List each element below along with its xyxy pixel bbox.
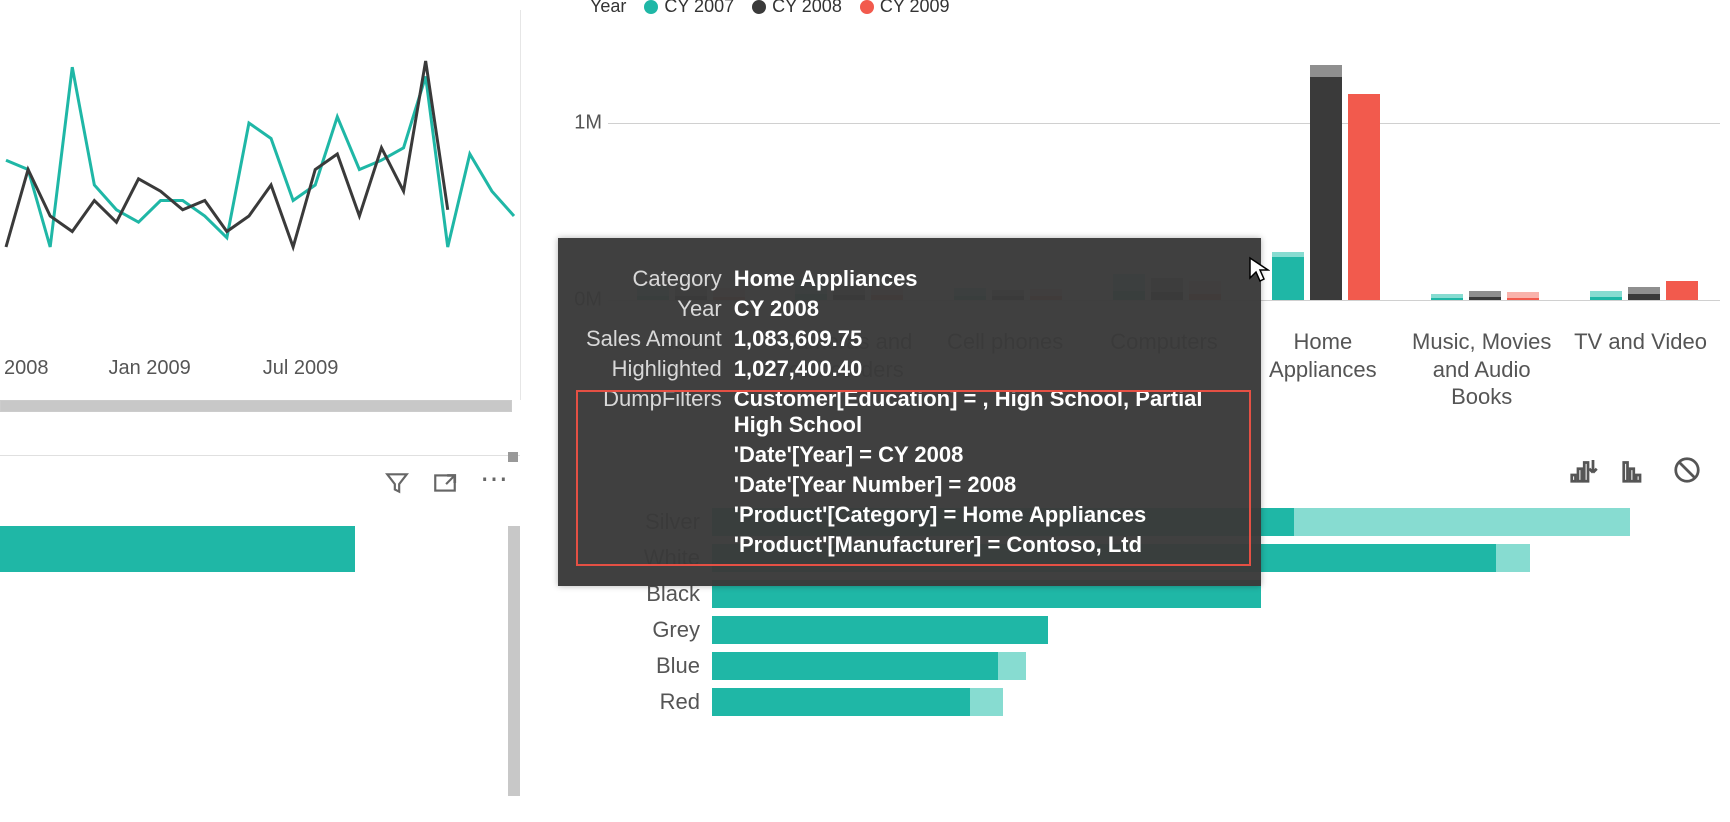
bar[interactable] xyxy=(1507,292,1539,300)
tooltip-field-label: Category xyxy=(586,264,734,294)
resize-handle-icon[interactable] xyxy=(508,452,518,462)
visual-header-tools xyxy=(1568,455,1702,490)
line-chart[interactable]: 2008 Jan 2009 Jul 2009 xyxy=(0,10,521,400)
tooltip-field-label: Sales Amount xyxy=(586,324,734,354)
bar[interactable] xyxy=(1272,252,1304,300)
line-chart-x-axis: 2008 Jan 2009 Jul 2009 xyxy=(0,357,520,380)
datapoint-tooltip: CategoryHome AppliancesYearCY 2008Sales … xyxy=(558,238,1261,586)
tooltip-field-value: 'Product'[Manufacturer] = Contoso, Ltd xyxy=(734,530,1233,560)
mouse-cursor-icon xyxy=(1248,256,1270,291)
visual-scrollbar-vertical[interactable] xyxy=(508,526,520,796)
hbar-category-label: Grey xyxy=(565,617,712,643)
tooltip-field-label xyxy=(586,470,734,500)
x-tick: Home Appliances xyxy=(1247,328,1398,383)
tooltip-field-value: 'Product'[Category] = Home Appliances xyxy=(734,500,1233,530)
bar[interactable] xyxy=(1628,287,1660,300)
bar-group[interactable] xyxy=(1272,65,1380,300)
visual-header-tools: ⋯ xyxy=(384,470,508,503)
hbar-segment-highlight[interactable] xyxy=(712,616,1048,644)
bar-segment[interactable] xyxy=(0,526,355,572)
legend-item: CY 2008 xyxy=(752,0,842,17)
bar[interactable] xyxy=(1469,291,1501,300)
hbar-category-label: Blue xyxy=(565,653,712,679)
tooltip-field-value: Home Appliances xyxy=(734,264,1233,294)
tooltip-field-label: DumpFilters xyxy=(586,384,734,440)
legend-item: CY 2009 xyxy=(860,0,950,17)
bar[interactable] xyxy=(1431,294,1463,301)
tooltip-field-value: CY 2008 xyxy=(734,294,1233,324)
sort-ascending-icon[interactable] xyxy=(1620,455,1650,490)
sort-descending-icon[interactable] xyxy=(1568,455,1598,490)
filter-icon[interactable] xyxy=(384,470,410,503)
hbar-row[interactable]: Red xyxy=(565,687,1720,717)
x-tick: Jul 2009 xyxy=(263,357,339,380)
tooltip-field-value: 'Date'[Year] = CY 2008 xyxy=(734,440,1233,470)
x-tick: Music, Movies and Audio Books xyxy=(1406,328,1557,411)
tooltip-field-value: Customer[Education] = , High School, Par… xyxy=(734,384,1233,440)
bar[interactable] xyxy=(1310,65,1342,300)
bar-group[interactable] xyxy=(1590,281,1698,301)
x-tick: Jan 2009 xyxy=(109,357,191,380)
tooltip-field-label xyxy=(586,500,734,530)
bar-chart-legend: Year CY 2007 CY 2008 CY 2009 xyxy=(590,0,950,17)
focus-mode-icon[interactable] xyxy=(432,470,458,503)
line-series[interactable] xyxy=(6,61,448,247)
bar-group[interactable] xyxy=(1431,291,1539,300)
x-tick: 2008 xyxy=(4,357,49,380)
bar[interactable] xyxy=(1348,94,1380,300)
tooltip-field-label xyxy=(586,530,734,560)
hbar-segment-highlight[interactable] xyxy=(712,688,970,716)
bar[interactable] xyxy=(1666,281,1698,301)
tooltip-field-label: Highlighted xyxy=(586,354,734,384)
more-options-icon[interactable]: ⋯ xyxy=(480,470,508,503)
hbar-row[interactable]: Blue xyxy=(565,651,1720,681)
y-tick: 1M xyxy=(574,112,602,134)
hbar-category-label: Red xyxy=(565,689,712,715)
clear-sort-icon[interactable] xyxy=(1672,455,1702,490)
tooltip-field-value: 1,027,400.40 xyxy=(734,354,1233,384)
visual-tile-left[interactable]: ⋯ xyxy=(0,455,520,806)
x-tick: TV and Video xyxy=(1565,328,1716,356)
legend-item: CY 2007 xyxy=(644,0,734,17)
line-chart-scrollbar[interactable] xyxy=(0,400,512,412)
tooltip-field-value: 1,083,609.75 xyxy=(734,324,1233,354)
legend-label: Year xyxy=(590,0,626,17)
tooltip-field-label: Year xyxy=(586,294,734,324)
bar[interactable] xyxy=(1590,291,1622,300)
tooltip-field-label xyxy=(586,440,734,470)
hbar-segment-highlight[interactable] xyxy=(712,652,998,680)
tooltip-field-value: 'Date'[Year Number] = 2008 xyxy=(734,470,1233,500)
hbar-row[interactable]: Grey xyxy=(565,615,1720,645)
